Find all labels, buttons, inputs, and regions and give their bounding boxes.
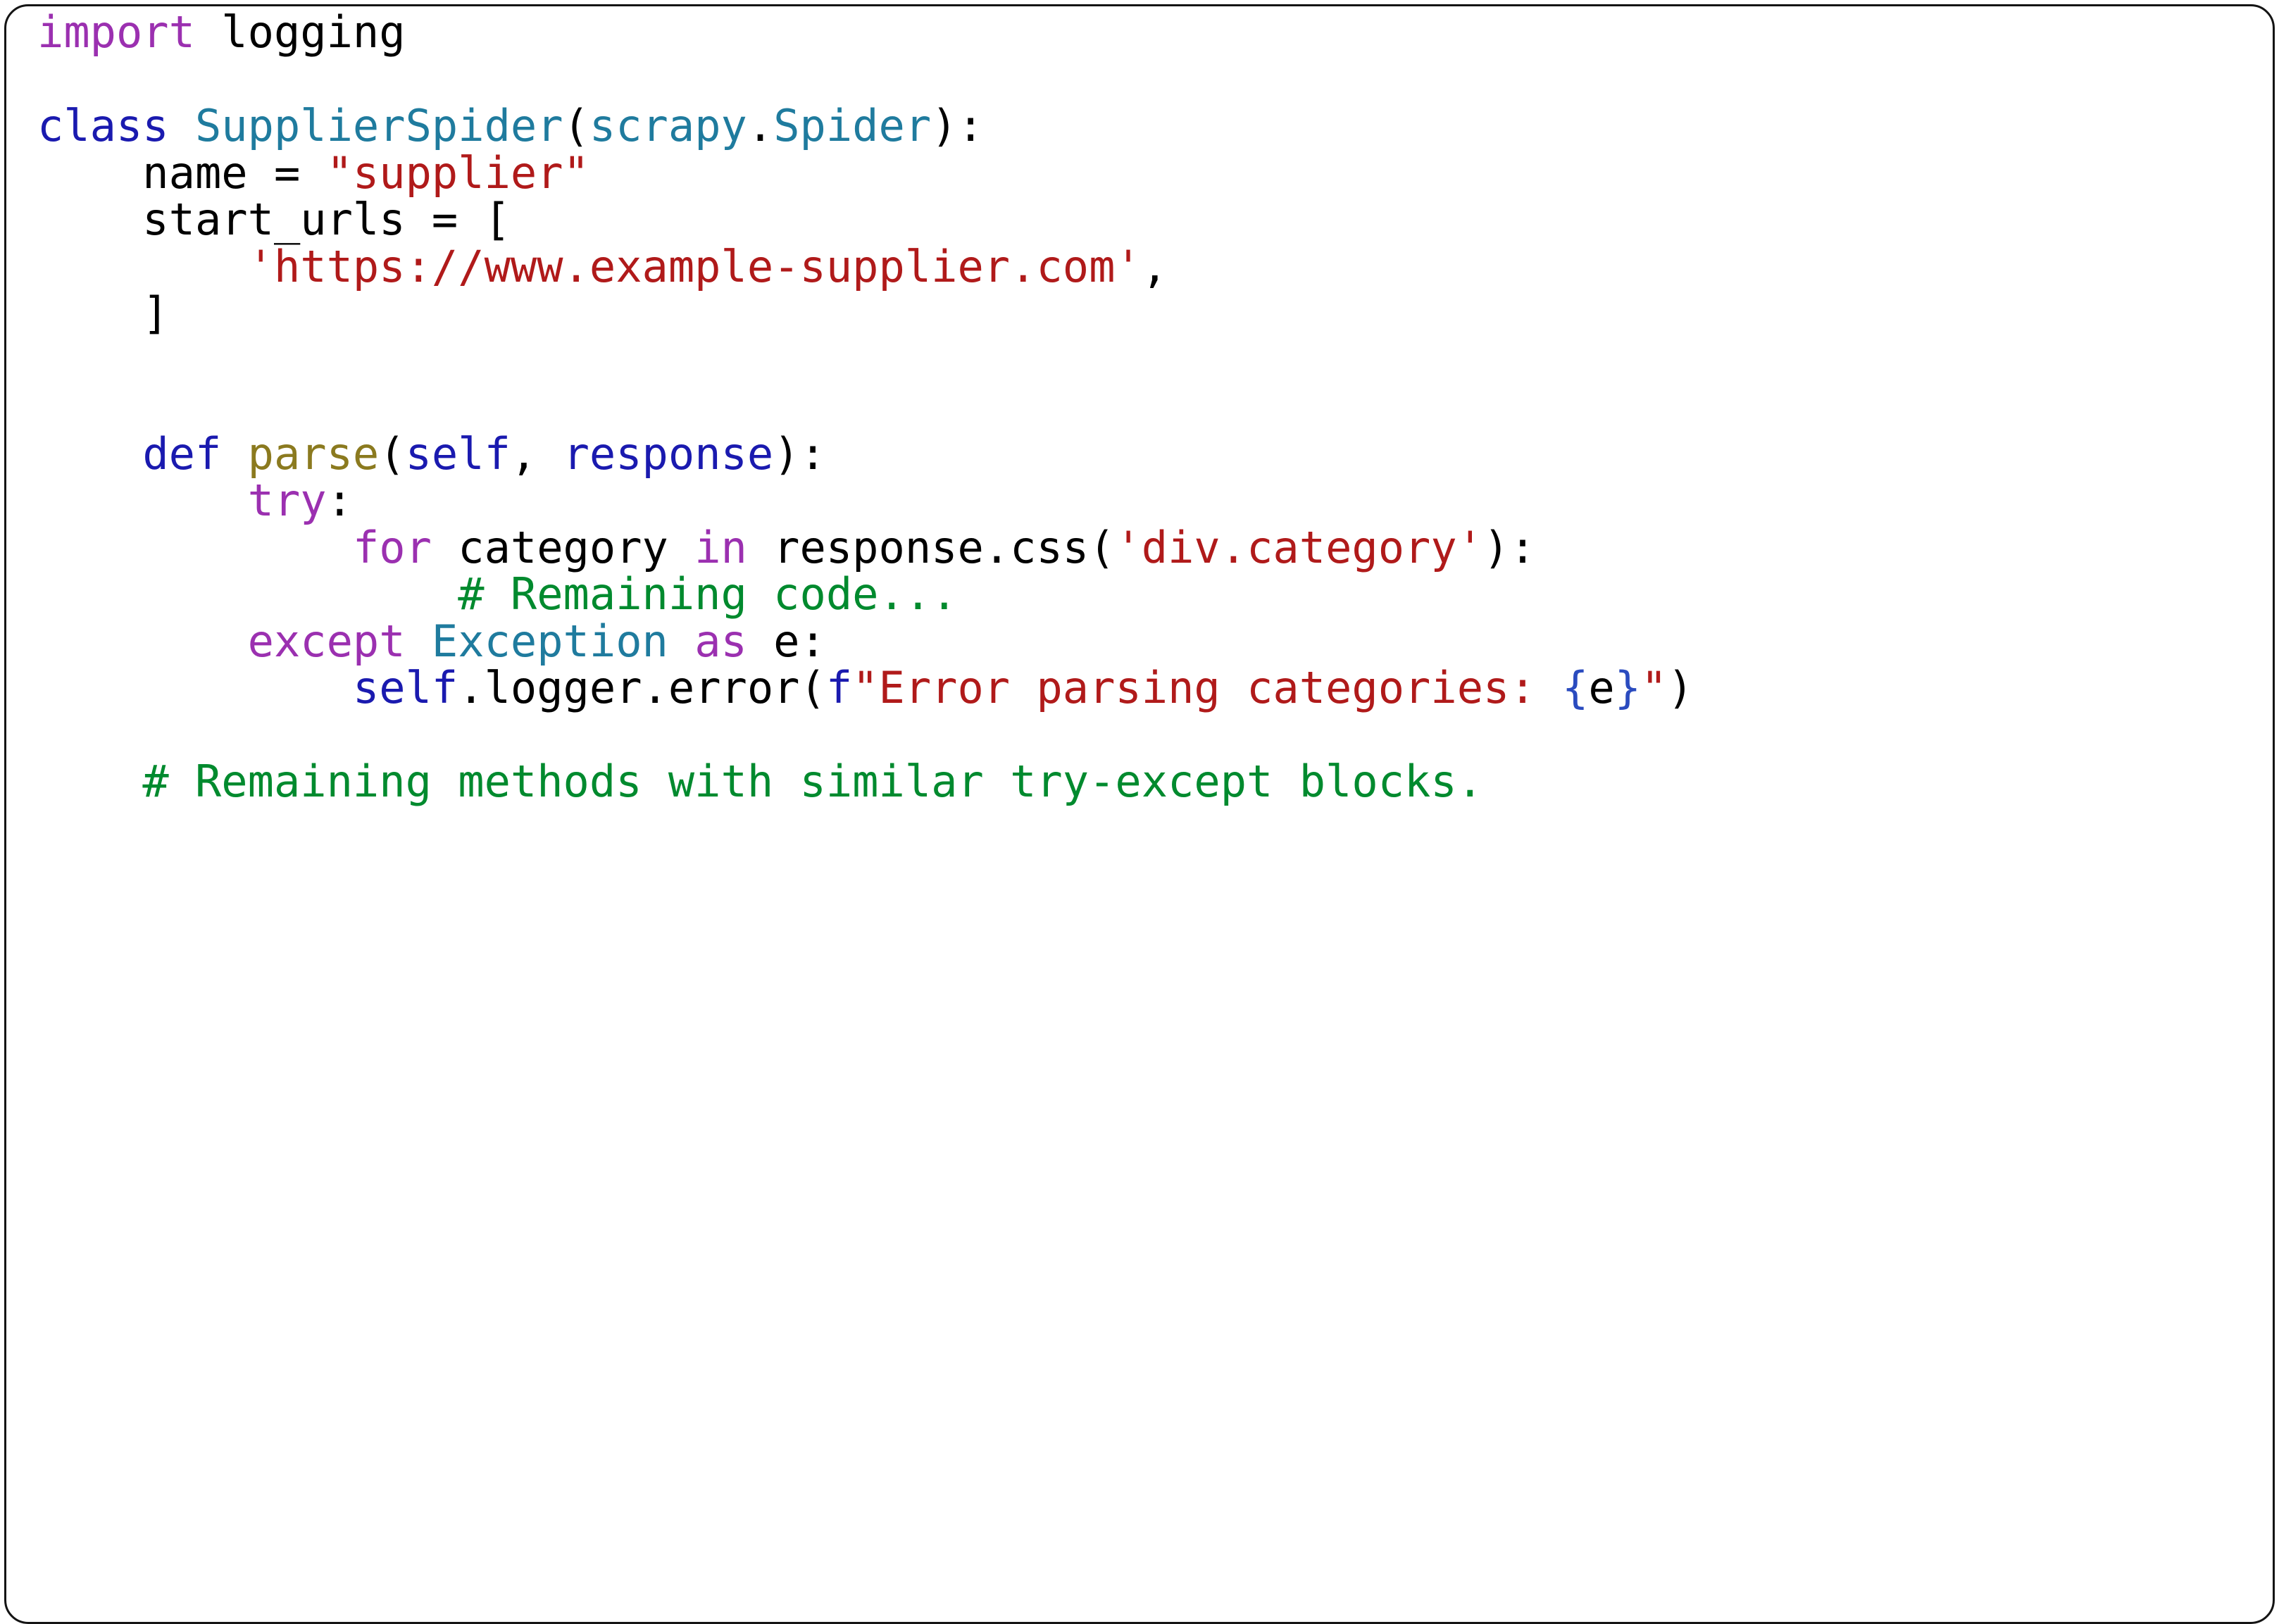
- code-token: "Error parsing categories:: [852, 662, 1563, 713]
- code-token: 'div.category': [1115, 521, 1484, 573]
- code-token: {: [1562, 662, 1589, 713]
- code-token: try: [247, 475, 327, 526]
- code-token: self: [352, 662, 458, 713]
- code-token: .: [747, 100, 774, 151]
- code-line: try:: [37, 477, 1694, 525]
- code-token: class: [37, 100, 169, 151]
- code-token: start_urls = [: [37, 194, 511, 245]
- code-token: (: [379, 427, 406, 480]
- code-token: ,: [1141, 240, 1168, 292]
- code-token: :: [326, 475, 353, 526]
- code-snippet-card: import logging class SupplierSpider(scra…: [4, 4, 2275, 1624]
- code-line: import logging: [37, 6, 1694, 58]
- code-token: ": [1641, 662, 1668, 713]
- code-token: ):: [1483, 521, 1536, 573]
- code-token: .logger.error(: [458, 662, 826, 713]
- code-token: SupplierSpider: [194, 100, 563, 151]
- code-token: logging: [194, 6, 406, 58]
- code-line: # Remaining code...: [37, 568, 1694, 620]
- code-token: # Remaining methods with similar try-exc…: [142, 756, 1483, 807]
- code-line: # Remaining methods with similar try-exc…: [37, 758, 1694, 806]
- code-line: class SupplierSpider(scrapy.Spider):: [37, 100, 1694, 151]
- code-token: ,: [510, 427, 563, 480]
- code-line: name = "supplier": [37, 146, 1694, 199]
- code-token: category: [431, 521, 695, 573]
- code-token: response.css(: [747, 521, 1116, 573]
- code-token: except: [247, 615, 406, 667]
- code-token: ):: [773, 427, 826, 480]
- code-token: # Remaining code...: [458, 568, 958, 620]
- code-token: ):: [931, 100, 984, 151]
- code-token: ]: [37, 287, 169, 339]
- code-token: f: [825, 662, 853, 713]
- code-line: self.logger.error(f"Error parsing catego…: [37, 662, 1694, 713]
- code-token: "supplier": [326, 146, 589, 199]
- code-line: start_urls = [: [37, 196, 1694, 244]
- code-token: in: [694, 521, 747, 573]
- code-token: Spider: [773, 100, 932, 151]
- code-line: def parse(self, response):: [37, 427, 1694, 480]
- code-token: def: [142, 427, 222, 480]
- code-line: for category in response.css('div.catego…: [37, 521, 1694, 573]
- code-token: ): [1667, 662, 1694, 713]
- code-token: as: [694, 615, 747, 667]
- code-token: }: [1614, 662, 1641, 713]
- code-line: ]: [37, 287, 1694, 339]
- code-token: Exception: [431, 615, 668, 667]
- code-token: response: [563, 427, 774, 480]
- code-line: 'https://www.example-supplier.com',: [37, 240, 1694, 292]
- code-token: self: [405, 427, 511, 480]
- code-token: 'https://www.example-supplier.com': [247, 240, 1142, 292]
- code-token: parse: [247, 427, 380, 480]
- code-line: except Exception as e:: [37, 618, 1694, 666]
- code-token: (: [563, 100, 589, 151]
- code-token: scrapy: [589, 100, 747, 151]
- code-token: e: [1588, 662, 1615, 713]
- code-token: import: [37, 6, 195, 58]
- python-code-block: import logging class SupplierSpider(scra…: [37, 6, 1694, 806]
- code-token: name =: [37, 146, 327, 199]
- code-token: e:: [747, 615, 826, 667]
- code-token: for: [352, 521, 432, 573]
